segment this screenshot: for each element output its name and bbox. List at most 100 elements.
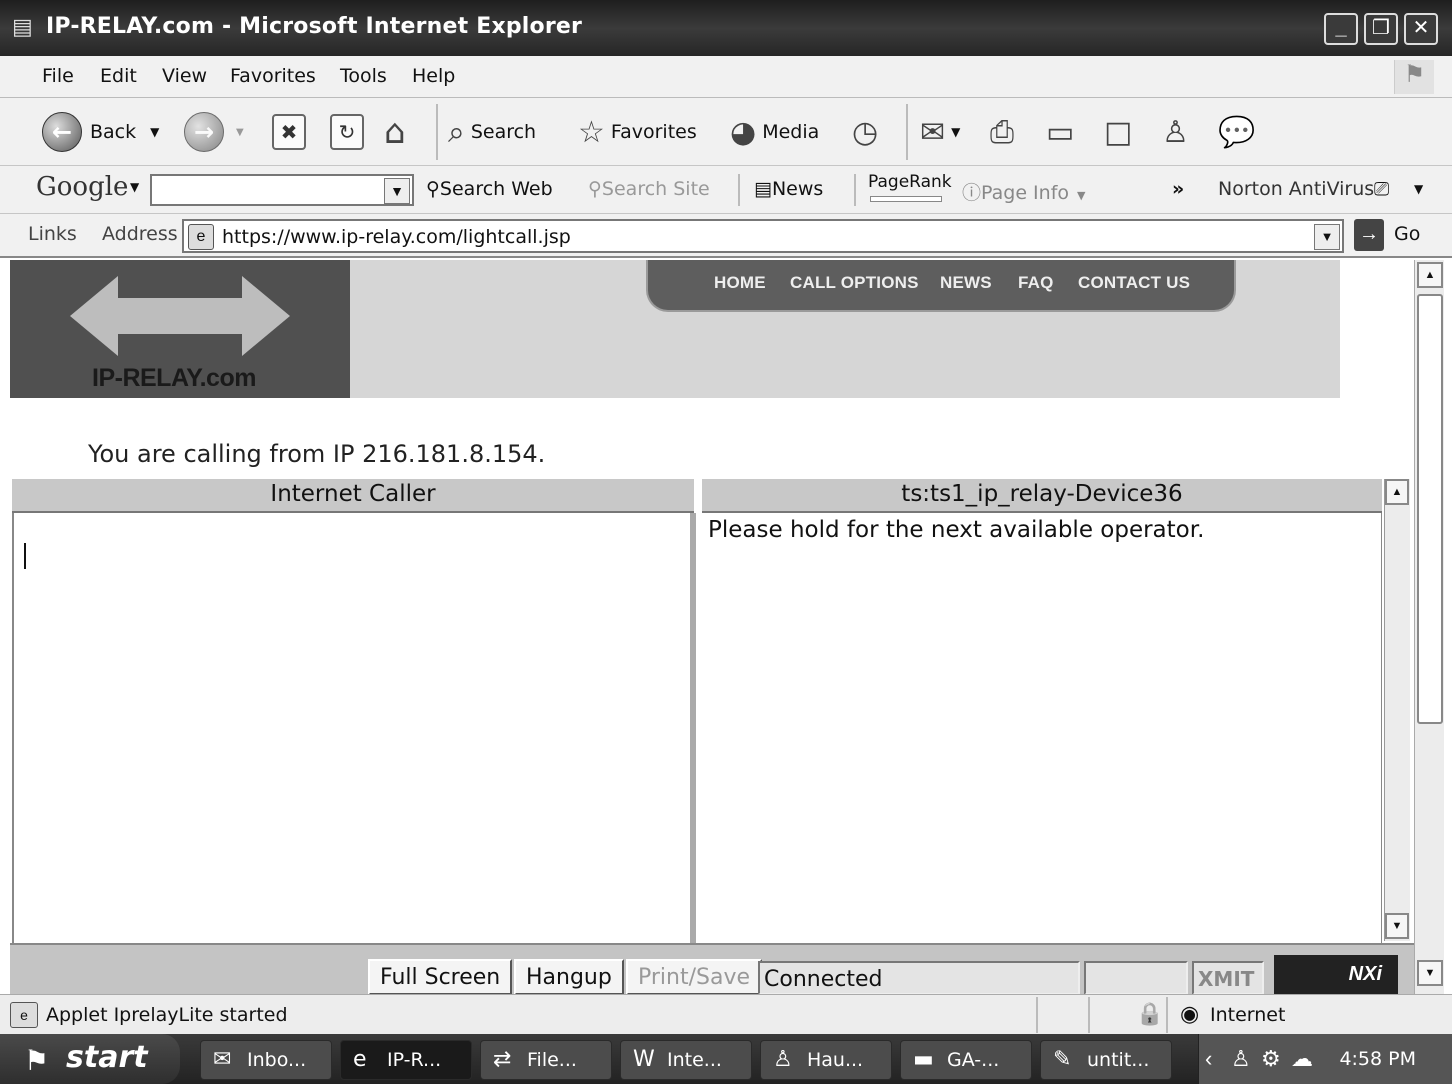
chevron-more-icon[interactable]: » — [1172, 178, 1184, 200]
clock: 4:58 PM — [1339, 1048, 1416, 1070]
history-button[interactable]: ◷ — [852, 110, 884, 154]
network-tray-icon[interactable]: ⚙ — [1261, 1046, 1281, 1072]
address-url[interactable]: https://www.ip-relay.com/lightcall.jsp — [222, 226, 571, 248]
google-search-dropdown-icon[interactable]: ▼ — [384, 178, 410, 204]
stop-button[interactable]: ✖ — [272, 110, 306, 154]
page-scroll-thumb[interactable] — [1417, 294, 1443, 724]
menu-view[interactable]: View — [162, 65, 207, 87]
menu-favorites[interactable]: Favorites — [230, 65, 316, 87]
task-label: untit... — [1087, 1049, 1150, 1071]
web-page: IP-RELAY.com HOME CALL OPTIONS NEWS FAQ … — [10, 260, 1414, 994]
nav-contact-us[interactable]: CONTACT US — [1078, 273, 1190, 293]
task-inbox[interactable]: ✉ Inbo... — [200, 1040, 332, 1080]
file-transfer-icon: ⇄ — [493, 1047, 512, 1072]
pagerank-indicator[interactable]: PageRank — [868, 172, 952, 192]
stop-icon: ✖ — [272, 114, 306, 150]
task-label: Inbo... — [247, 1049, 307, 1071]
go-arrow-icon[interactable]: → — [1354, 219, 1384, 251]
google-logo-dropdown-icon[interactable]: ▼ — [130, 180, 139, 194]
mail-button[interactable]: ✉ ▼ — [920, 110, 960, 154]
norton-dropdown-icon[interactable]: ▼ — [1414, 182, 1423, 196]
forward-dropdown-icon[interactable]: ▼ — [236, 127, 244, 138]
print-icon: ⎙ — [990, 114, 1014, 150]
discuss-button[interactable]: □ — [1104, 110, 1138, 154]
menu-edit[interactable]: Edit — [100, 65, 137, 87]
outlook-icon: ✉ — [213, 1047, 232, 1072]
home-button[interactable]: ⌂ — [384, 110, 412, 154]
task-hau[interactable]: ♙ Hau... — [760, 1040, 892, 1080]
google-search-input[interactable] — [150, 174, 414, 206]
norton-icon[interactable]: ⎚ — [1374, 178, 1389, 200]
page-icon: e — [188, 224, 214, 250]
menu-file[interactable]: File — [42, 65, 74, 87]
page-scroll-up-icon[interactable]: ▲ — [1417, 262, 1443, 288]
menu-help[interactable]: Help — [412, 65, 455, 87]
nxi-brand-logo: NXi — [1274, 955, 1398, 994]
forward-button[interactable]: → ▼ — [184, 110, 244, 154]
page-info-button[interactable]: ⓘPage Info ▼ — [962, 178, 1085, 205]
page-scroll-down-icon[interactable]: ▼ — [1417, 960, 1443, 986]
research-button[interactable]: 💬 — [1218, 110, 1261, 154]
task-untitled[interactable]: ✎ untit... — [1040, 1040, 1172, 1080]
page-scrollbar[interactable]: ▲ ▼ — [1414, 260, 1444, 994]
nav-faq[interactable]: FAQ — [1018, 273, 1054, 293]
taskbar: ⚑ start ✉ Inbo... e IP-R... ⇄ File... W Inte… — [0, 1034, 1452, 1084]
info-icon: ⓘ — [962, 182, 982, 204]
media-button[interactable]: ◕ Media — [730, 110, 819, 154]
tray-expand-icon[interactable]: ‹ — [1205, 1046, 1212, 1072]
site-logo-text: IP-RELAY.com — [92, 364, 256, 392]
norton-antivirus-label[interactable]: Norton AntiVirus — [1218, 178, 1374, 200]
edit-icon: ▭ — [1046, 114, 1075, 150]
favorites-button[interactable]: ☆ Favorites — [578, 110, 697, 154]
address-dropdown-icon[interactable]: ▼ — [1314, 224, 1340, 250]
nav-home[interactable]: HOME — [714, 273, 766, 293]
nav-call-options[interactable]: CALL OPTIONS — [790, 273, 919, 293]
task-label: File... — [527, 1049, 577, 1071]
scroll-up-icon[interactable]: ▲ — [1385, 479, 1409, 505]
refresh-button[interactable]: ↻ — [330, 110, 364, 154]
print-save-button[interactable]: Print/Save — [626, 959, 763, 994]
task-file[interactable]: ⇄ File... — [480, 1040, 612, 1080]
task-word[interactable]: W Inte... — [620, 1040, 752, 1080]
restore-button[interactable]: ❐ — [1364, 13, 1398, 45]
nav-news[interactable]: NEWS — [940, 273, 992, 293]
site-nav: HOME CALL OPTIONS NEWS FAQ CONTACT US — [646, 260, 1236, 312]
discuss-icon: □ — [1104, 114, 1133, 150]
task-ga[interactable]: ▬ GA-... — [900, 1040, 1032, 1080]
task-ip-relay[interactable]: e IP-R... — [340, 1040, 472, 1080]
search-web-label: Search Web — [439, 178, 553, 200]
status-text: Applet IprelayLite started — [46, 1004, 288, 1026]
links-label[interactable]: Links — [28, 223, 77, 245]
print-button[interactable]: ⎙ — [990, 110, 1020, 154]
back-dropdown-icon[interactable]: ▼ — [150, 125, 159, 139]
messenger-button[interactable]: ♙ — [1162, 110, 1195, 154]
google-logo[interactable]: Google — [36, 172, 128, 202]
minimize-button[interactable]: _ — [1324, 13, 1358, 45]
text-caret — [24, 543, 26, 569]
menu-tools[interactable]: Tools — [340, 65, 387, 87]
caller-ip-text: You are calling from IP 216.181.8.154. — [88, 440, 546, 468]
newspaper-icon: ▤ — [754, 178, 772, 200]
search-web-button[interactable]: ⚲Search Web — [426, 178, 553, 200]
globe-icon: ◉ — [1180, 1001, 1200, 1026]
address-field[interactable]: e https://www.ip-relay.com/lightcall.jsp… — [182, 219, 1344, 253]
connection-tray-icon[interactable]: ☁ — [1291, 1046, 1313, 1072]
site-logo[interactable]: IP-RELAY.com — [10, 260, 350, 398]
hangup-button[interactable]: Hangup — [514, 959, 624, 994]
start-button[interactable]: ⚑ start — [0, 1034, 180, 1084]
back-arrow-icon: ← — [42, 112, 82, 152]
news-button[interactable]: ▤News — [754, 178, 823, 200]
search-button[interactable]: ⌕ Search — [448, 110, 536, 154]
word-icon: W — [633, 1047, 655, 1072]
messenger-tray-icon[interactable]: ♙ — [1231, 1046, 1251, 1072]
search-site-button[interactable]: ⚲Search Site — [588, 178, 710, 200]
full-screen-button[interactable]: Full Screen — [368, 959, 513, 994]
go-button[interactable]: Go — [1394, 223, 1420, 245]
edit-button[interactable]: ▭ — [1046, 110, 1080, 154]
caller-input-area[interactable] — [12, 513, 696, 943]
close-button[interactable]: ✕ — [1404, 13, 1438, 45]
operator-scrollbar[interactable]: ▲ ▼ — [1384, 479, 1410, 941]
back-button[interactable]: ← Back ▼ — [42, 110, 159, 154]
mail-dropdown-icon[interactable]: ▼ — [951, 125, 960, 139]
scroll-down-icon[interactable]: ▼ — [1385, 913, 1409, 939]
